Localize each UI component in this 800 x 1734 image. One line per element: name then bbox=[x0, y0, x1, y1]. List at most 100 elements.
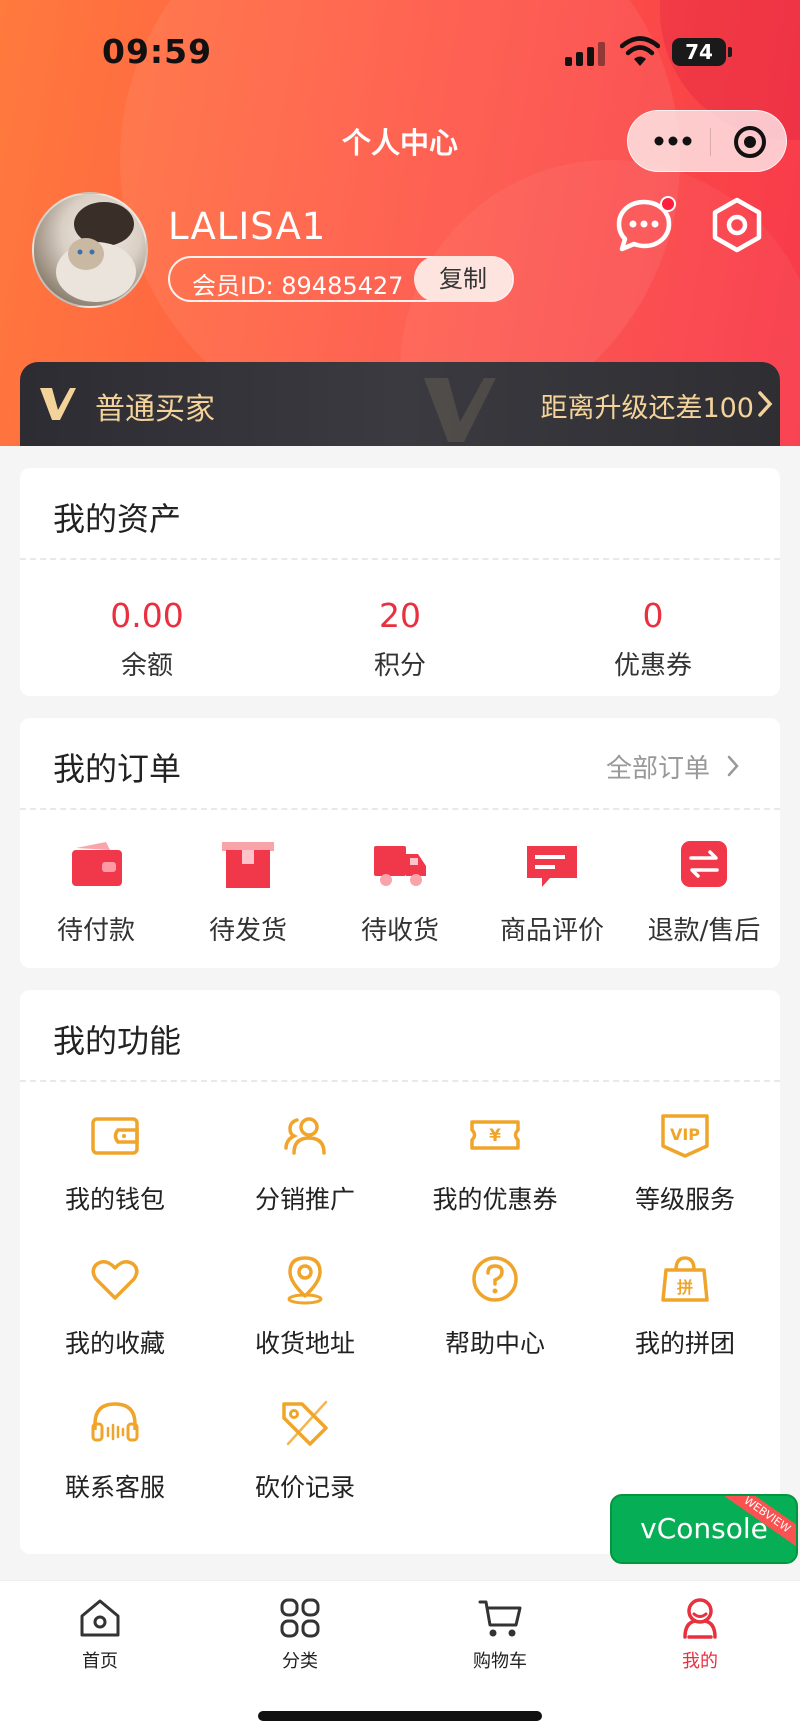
tab-cart[interactable]: 购物车 bbox=[440, 1595, 560, 1673]
wallet-outline-icon bbox=[91, 1117, 139, 1155]
level-watermark bbox=[424, 378, 496, 442]
func-label: 分销推广 bbox=[254, 1185, 355, 1214]
tab-home[interactable]: 首页 bbox=[40, 1595, 160, 1673]
asset-label: 余额 bbox=[120, 651, 173, 681]
functions-title: 我的功能 bbox=[53, 1022, 182, 1060]
mini-program-capsule bbox=[627, 110, 787, 172]
chevron-right-icon bbox=[758, 391, 773, 417]
order-label: 待付款 bbox=[56, 916, 135, 946]
vip-level-icon bbox=[40, 388, 76, 420]
help-icon bbox=[472, 1256, 518, 1302]
all-orders-link[interactable]: 全部订单 bbox=[606, 748, 710, 785]
vconsole-label: vConsole bbox=[640, 1512, 768, 1545]
asset-points[interactable]: 20 积分 bbox=[280, 596, 520, 682]
asset-label: 优惠券 bbox=[613, 651, 692, 681]
vconsole-button[interactable]: vConsole WEBVIEW bbox=[610, 1494, 798, 1564]
tab-mine[interactable]: 我的 bbox=[640, 1595, 760, 1673]
svg-text:拼: 拼 bbox=[677, 1278, 693, 1297]
price-tag-icon bbox=[282, 1400, 328, 1446]
exchange-icon bbox=[681, 841, 727, 887]
vip-icon: VIP bbox=[661, 1114, 709, 1158]
status-bar: 09:59 74 bbox=[0, 0, 800, 110]
functions-card: 我的功能 我的钱包 分销推广 ¥ 我的优惠券 VIP 等级服务 我的收藏 收货地… bbox=[20, 990, 780, 1554]
func-label: 联系客服 bbox=[64, 1473, 165, 1502]
capsule-divider bbox=[710, 128, 711, 156]
tab-label: 分类 bbox=[282, 1651, 318, 1672]
member-id: 会员ID: 89485427 bbox=[192, 272, 404, 300]
wifi-icon bbox=[620, 36, 660, 66]
divider bbox=[20, 808, 780, 810]
status-time: 09:59 bbox=[102, 32, 213, 71]
svg-text:VIP: VIP bbox=[670, 1125, 700, 1144]
cellular-signal-icon bbox=[565, 42, 607, 66]
heart-icon bbox=[91, 1260, 139, 1300]
avatar[interactable] bbox=[32, 192, 148, 308]
assets-title: 我的资产 bbox=[53, 500, 182, 538]
home-icon bbox=[80, 1599, 120, 1637]
func-bargain-records[interactable]: 砍价记录 bbox=[210, 1396, 400, 1504]
func-label: 砍价记录 bbox=[254, 1473, 355, 1502]
level-name: 普通买家 bbox=[95, 392, 215, 427]
func-label: 我的钱包 bbox=[64, 1185, 165, 1214]
chevron-right-icon[interactable] bbox=[726, 754, 740, 778]
asset-coupons[interactable]: 0 优惠券 bbox=[533, 596, 773, 682]
location-icon bbox=[287, 1256, 323, 1305]
home-indicator bbox=[258, 1711, 542, 1721]
func-group-buy[interactable]: 拼 我的拼团 bbox=[590, 1252, 780, 1360]
tab-label: 首页 bbox=[82, 1651, 118, 1672]
headset-icon bbox=[91, 1402, 139, 1442]
asset-value: 20 bbox=[379, 596, 421, 635]
settings-icon[interactable] bbox=[708, 196, 766, 254]
order-pending-payment[interactable]: 待付款 bbox=[20, 838, 172, 947]
users-icon bbox=[284, 1117, 326, 1155]
tab-label: 购物车 bbox=[473, 1651, 527, 1672]
svg-text:¥: ¥ bbox=[489, 1126, 501, 1146]
func-wallet[interactable]: 我的钱包 bbox=[20, 1108, 210, 1216]
orders-card: 我的订单 全部订单 待付款 待发货 待收货 商品评价 退款/售后 bbox=[20, 718, 780, 968]
unread-badge bbox=[660, 196, 676, 212]
func-address[interactable]: 收货地址 bbox=[210, 1252, 400, 1360]
func-level-service[interactable]: VIP 等级服务 bbox=[590, 1108, 780, 1216]
cart-icon bbox=[478, 1600, 522, 1637]
asset-value: 0 bbox=[642, 596, 664, 635]
username: LALISA1 bbox=[168, 205, 327, 248]
truck-icon bbox=[374, 846, 426, 886]
order-pending-shipment[interactable]: 待发货 bbox=[172, 838, 324, 947]
func-label: 等级服务 bbox=[634, 1185, 735, 1214]
asset-balance[interactable]: 0.00 余额 bbox=[27, 596, 267, 682]
upgrade-hint: 距离升级还差100 bbox=[540, 393, 754, 424]
order-label: 待收货 bbox=[360, 916, 439, 946]
avatar-image bbox=[56, 202, 136, 302]
tab-category[interactable]: 分类 bbox=[240, 1595, 360, 1673]
bottom-tab-bar: 首页 分类 购物车 我的 bbox=[0, 1580, 800, 1734]
tab-label: 我的 bbox=[682, 1651, 718, 1672]
grid-icon bbox=[280, 1598, 320, 1638]
copy-button[interactable]: 复制 bbox=[414, 256, 512, 302]
assets-card: 我的资产 0.00 余额 20 积分 0 优惠券 bbox=[20, 468, 780, 696]
more-dots-icon[interactable] bbox=[642, 121, 704, 161]
orders-title: 我的订单 bbox=[53, 750, 182, 788]
target-icon[interactable] bbox=[730, 122, 770, 162]
func-label: 我的优惠券 bbox=[432, 1185, 558, 1214]
member-level-bar[interactable]: 普通买家 距离升级还差100 bbox=[20, 362, 780, 446]
divider bbox=[20, 1080, 780, 1082]
box-icon bbox=[222, 842, 274, 888]
order-review[interactable]: 商品评价 bbox=[476, 838, 628, 947]
battery-indicator: 74 bbox=[672, 38, 732, 66]
user-icon bbox=[683, 1598, 717, 1639]
order-label: 退款/售后 bbox=[647, 916, 761, 946]
func-label: 帮助中心 bbox=[444, 1329, 545, 1358]
asset-value: 0.00 bbox=[110, 596, 184, 635]
func-favorites[interactable]: 我的收藏 bbox=[20, 1252, 210, 1360]
comment-icon bbox=[527, 846, 577, 887]
divider bbox=[20, 558, 780, 560]
func-distribution[interactable]: 分销推广 bbox=[210, 1108, 400, 1216]
func-help[interactable]: 帮助中心 bbox=[400, 1252, 590, 1360]
group-buy-icon: 拼 bbox=[661, 1256, 709, 1302]
order-pending-receipt[interactable]: 待收货 bbox=[324, 838, 476, 947]
profile-header: 09:59 74 个人中心 LALISA1 会员ID: 89485427 复制 … bbox=[0, 0, 800, 446]
wallet-icon bbox=[72, 842, 122, 886]
order-refund[interactable]: 退款/售后 bbox=[628, 838, 780, 947]
func-customer-service[interactable]: 联系客服 bbox=[20, 1396, 210, 1504]
func-coupons[interactable]: ¥ 我的优惠券 bbox=[400, 1108, 590, 1216]
